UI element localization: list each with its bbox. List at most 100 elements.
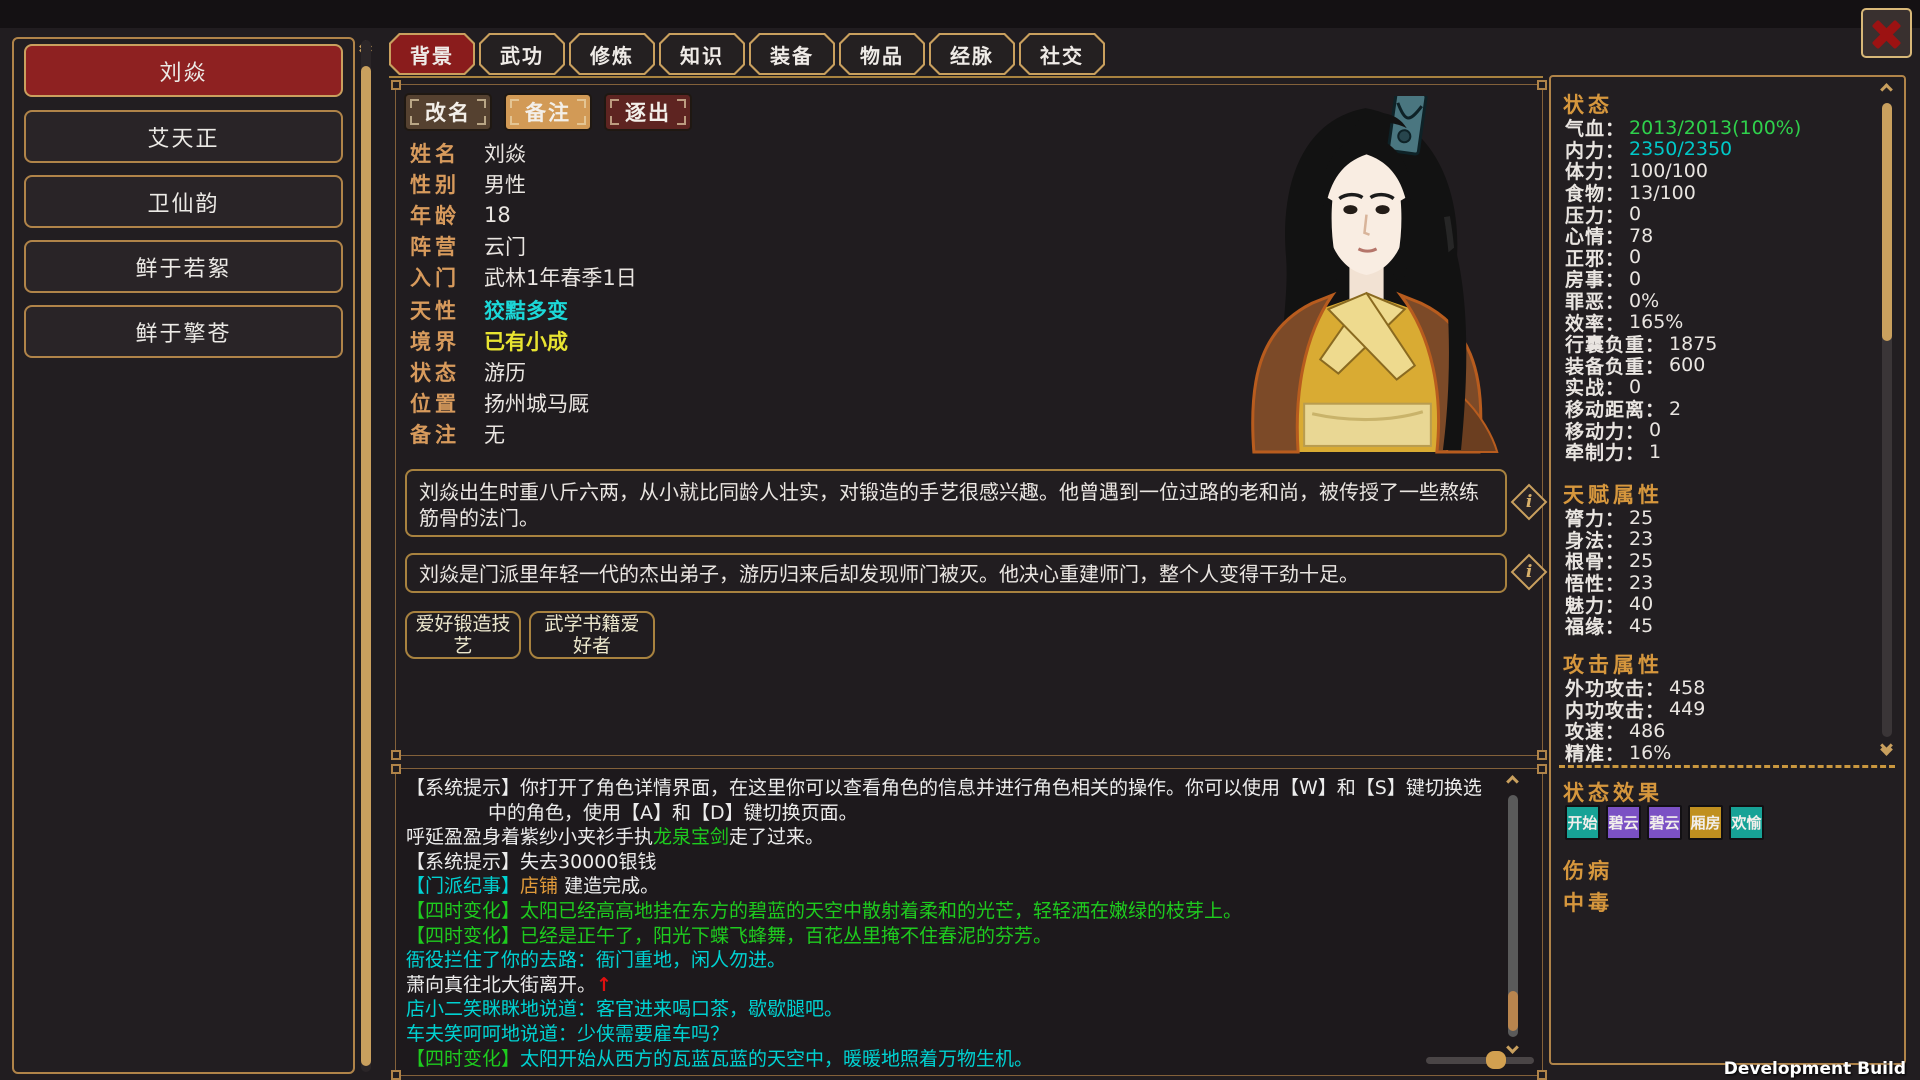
- tab-knowledge-label: 知识: [661, 35, 743, 73]
- stats-scroll-up-icon[interactable]: [1882, 85, 1891, 94]
- stats-scrollbar-thumb[interactable]: [1882, 103, 1892, 341]
- stats-sidebar: 状态 气血：2013/2013(100%) 内力：2350/2350 体力：10…: [1549, 75, 1906, 1065]
- stat-label: 牵制力：: [1565, 438, 1645, 465]
- stat-restraint: 牵制力：1: [1565, 441, 1661, 463]
- tab-cultivation[interactable]: 修炼: [569, 33, 655, 75]
- roster-item-liuyan[interactable]: 刘焱: [24, 44, 343, 97]
- log-building-link[interactable]: 店铺: [520, 875, 558, 897]
- roster-item-xianyuruoxu[interactable]: 鲜于若絮: [24, 240, 343, 293]
- tab-social-label: 社交: [1021, 35, 1103, 73]
- field-joined-label: 入门: [410, 262, 484, 292]
- stat-value: 1875: [1669, 333, 1717, 355]
- main-scrollbar-thumb[interactable]: [361, 66, 371, 1066]
- stat-value: 2350/2350: [1629, 138, 1732, 160]
- corner-ornament: [391, 764, 401, 774]
- field-age-label: 年龄: [410, 200, 484, 230]
- status-effect-badge-start[interactable]: 开始: [1565, 805, 1600, 840]
- stats-scroll-down-icon[interactable]: [1882, 741, 1891, 754]
- field-location: 位置扬州城马厩: [410, 387, 589, 418]
- stat-value: 25: [1629, 550, 1653, 572]
- stat-value: 25: [1629, 507, 1653, 529]
- status-effect-badge-room[interactable]: 厢房: [1688, 805, 1723, 840]
- dev-build-watermark: Development Build: [1724, 1059, 1906, 1079]
- field-location-value: 扬州城马厩: [484, 388, 589, 418]
- log-panel: 【系统提示】你打开了角色详情界面，在这里你可以查看角色的信息并进行角色相关的操作…: [395, 768, 1543, 1076]
- field-status-value: 游历: [484, 357, 526, 387]
- field-note-label: 备注: [410, 419, 484, 449]
- log-text: 中的角色，使用【A】和【D】键切换页面。: [488, 802, 858, 824]
- stat-value: 1: [1649, 441, 1661, 463]
- stats-scrollbar[interactable]: [1882, 103, 1892, 737]
- log-line: 【系统提示】失去30000银钱: [406, 850, 1498, 875]
- tab-items-label: 物品: [841, 35, 923, 73]
- log-scroll-up-icon[interactable]: [1508, 777, 1517, 786]
- log-line: 店小二笑眯眯地说道：客官进来喝口茶，歇歇腿吧。: [406, 997, 1498, 1022]
- expel-button[interactable]: 逐出: [604, 93, 692, 131]
- status-effect-badge-biyun-2[interactable]: 碧云: [1647, 805, 1682, 840]
- tab-meridians[interactable]: 经脉: [929, 33, 1015, 75]
- talent-luck: 福缘：45: [1565, 615, 1653, 637]
- tab-background-label: 背景: [391, 35, 473, 73]
- roster-item-weixianyun[interactable]: 卫仙韵: [24, 175, 343, 228]
- log-line: 【四时变化】太阳开始从西方的瓦蓝瓦蓝的天空中，暖暖地照着万物生机。: [406, 1047, 1498, 1072]
- note-button[interactable]: 备注: [504, 93, 592, 131]
- log-text: 萧向真往北大街离开。: [406, 974, 596, 996]
- tab-martial[interactable]: 武功: [479, 33, 565, 75]
- log-scroll-down-icon[interactable]: [1508, 1043, 1517, 1052]
- tab-meridians-label: 经脉: [931, 35, 1013, 73]
- log-text: 【四时变化】已经是正午了，阳光下蝶飞蜂舞，百花丛里掩不住春泥的芬芳。: [406, 925, 1052, 947]
- attack-accuracy: 精准：16%: [1565, 742, 1671, 764]
- field-faction-label: 阵营: [410, 231, 484, 261]
- log-lines: 【系统提示】你打开了角色详情界面，在这里你可以查看角色的信息并进行角色相关的操作…: [406, 776, 1498, 1071]
- field-joined: 入门武林1年春季1日: [410, 261, 637, 292]
- poison-section-title: 中毒: [1563, 887, 1613, 917]
- info-icon[interactable]: i: [1511, 554, 1548, 591]
- tab-cultivation-label: 修炼: [571, 35, 653, 73]
- tab-equipment[interactable]: 装备: [749, 33, 835, 75]
- status-effect-badge-biyun-1[interactable]: 碧云: [1606, 805, 1641, 840]
- stat-label: 精准：: [1565, 739, 1625, 766]
- info-icon[interactable]: i: [1511, 484, 1548, 521]
- tab-items[interactable]: 物品: [839, 33, 925, 75]
- log-line: 衙役拦住了你的去路：衙门重地，闲人勿进。: [406, 948, 1498, 973]
- field-note-value: 无: [484, 419, 505, 449]
- field-nature: 天性狡黠多变: [410, 294, 568, 325]
- stat-value: 458: [1669, 677, 1705, 699]
- log-horizontal-slider-thumb[interactable]: [1486, 1051, 1506, 1069]
- corner-ornament: [391, 80, 401, 90]
- stat-value: 13/100: [1629, 182, 1696, 204]
- log-text: 【四时变化】: [406, 1048, 520, 1070]
- log-text: 太阳开始从西方的瓦蓝瓦蓝的天空中，暖暖地照着万物生机。: [520, 1048, 1033, 1070]
- field-joined-value: 武林1年春季1日: [484, 262, 637, 292]
- trait-tag-books[interactable]: 武学书籍爱好者: [529, 611, 655, 659]
- field-realm: 境界已有小成: [410, 325, 568, 356]
- field-status: 状态游历: [410, 356, 526, 387]
- field-age: 年龄18: [410, 199, 511, 230]
- main-scrollbar[interactable]: [358, 40, 374, 1072]
- field-faction: 阵营云门: [410, 230, 526, 261]
- tab-social[interactable]: 社交: [1019, 33, 1105, 75]
- direction-arrow-icon: ↑: [596, 974, 612, 996]
- close-button[interactable]: [1861, 8, 1912, 58]
- trait-tag-forging[interactable]: 爱好锻造技艺: [405, 611, 521, 659]
- log-line: 【四时变化】太阳已经高高地挂在东方的碧蓝的天空中散射着柔和的光芒，轻轻洒在嫩绿的…: [406, 899, 1498, 924]
- tab-background[interactable]: 背景: [389, 33, 475, 75]
- corner-ornament: [391, 750, 401, 760]
- field-realm-label: 境界: [410, 326, 484, 356]
- roster-item-aitianzheng[interactable]: 艾天正: [24, 110, 343, 163]
- log-scrollbar-thumb[interactable]: [1508, 991, 1518, 1031]
- field-name: 姓名刘焱: [410, 137, 526, 168]
- log-text: 呼延盈盈身着紫纱小夹衫手执: [406, 826, 653, 848]
- log-item-link[interactable]: 龙泉宝剑: [653, 826, 729, 848]
- log-line: 【门派纪事】店铺 建造完成。: [406, 874, 1498, 899]
- log-line: 萧向真往北大街离开。↑: [406, 973, 1498, 998]
- roster-item-xianyuqingcang[interactable]: 鲜于擎苍: [24, 305, 343, 358]
- log-scrollbar[interactable]: [1508, 795, 1518, 1037]
- status-effect-badge-joy[interactable]: 欢愉: [1729, 805, 1764, 840]
- log-line: 【四时变化】已经是正午了，阳光下蝶飞蜂舞，百花丛里掩不住春泥的芬芳。: [406, 924, 1498, 949]
- corner-ornament: [1537, 750, 1547, 760]
- rename-button[interactable]: 改名: [404, 93, 492, 131]
- log-horizontal-slider[interactable]: [1426, 1057, 1534, 1064]
- tab-knowledge[interactable]: 知识: [659, 33, 745, 75]
- stat-value: 486: [1629, 720, 1665, 742]
